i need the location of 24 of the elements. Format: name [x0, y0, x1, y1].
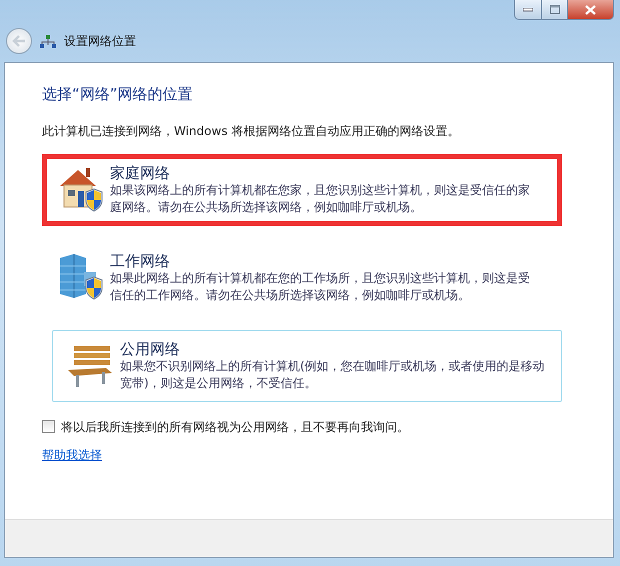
- network-icon: [40, 35, 56, 49]
- back-arrow-icon: [12, 35, 26, 47]
- option-description: 如果此网络上的所有计算机都在您的工作场所，且您识别这些计算机，则这是受信任的工作网络。请勿在公共场所选择该网络，例如咖啡厅或机场。: [110, 270, 531, 304]
- maximize-button[interactable]: [542, 0, 568, 20]
- back-button[interactable]: [6, 28, 32, 54]
- close-icon: [585, 4, 596, 14]
- window-title: 设置网络位置: [64, 33, 136, 50]
- help-link[interactable]: 帮助我选择: [42, 446, 102, 464]
- checkbox[interactable]: [42, 420, 55, 433]
- option-title: 家庭网络: [110, 164, 171, 182]
- network-location-option[interactable]: 工作网络 如果此网络上的所有计算机都在您的工作场所，且您识别这些计算机，则这是受信任的工作网络。请勿在公共场所选择该网络，例如咖啡厅或机场。: [42, 242, 562, 314]
- page-heading: 选择“网络”网络的位置: [42, 84, 194, 105]
- option-description: 如果该网络上的所有计算机都在您家，且您识别这些计算机，则这是受信任的家庭网络。请勿在公共场所选择该网络，例如咖啡厅或机场。: [110, 182, 531, 216]
- minimize-icon: [523, 8, 533, 12]
- minimize-button[interactable]: [514, 0, 542, 20]
- checkbox-label[interactable]: 将以后我所连接到的所有网络视为公用网络，且不要再向我询问。: [61, 418, 409, 436]
- network-location-option[interactable]: 家庭网络 如果该网络上的所有计算机都在您家，且您识别这些计算机，则这是受信任的家庭网络。请勿在公共场所选择该网络，例如咖啡厅或机场。: [42, 154, 562, 226]
- option-title: 工作网络: [110, 252, 171, 270]
- network-location-option[interactable]: 公用网络 如果您不识别网络上的所有计算机(例如，您在咖啡厅或机场，或者使用的是移动宽带)，则这是公用网络，不受信任。: [52, 330, 562, 402]
- option-description: 如果您不识别网络上的所有计算机(例如，您在咖啡厅或机场，或者使用的是移动宽带)，则这是公用网络，不受信任。: [120, 358, 545, 392]
- intro-text: 此计算机已连接到网络，Windows 将根据网络位置自动应用正确的网络设置。: [42, 122, 460, 140]
- maximize-icon: [550, 5, 560, 14]
- option-title: 公用网络: [120, 340, 181, 358]
- close-button[interactable]: [568, 0, 614, 20]
